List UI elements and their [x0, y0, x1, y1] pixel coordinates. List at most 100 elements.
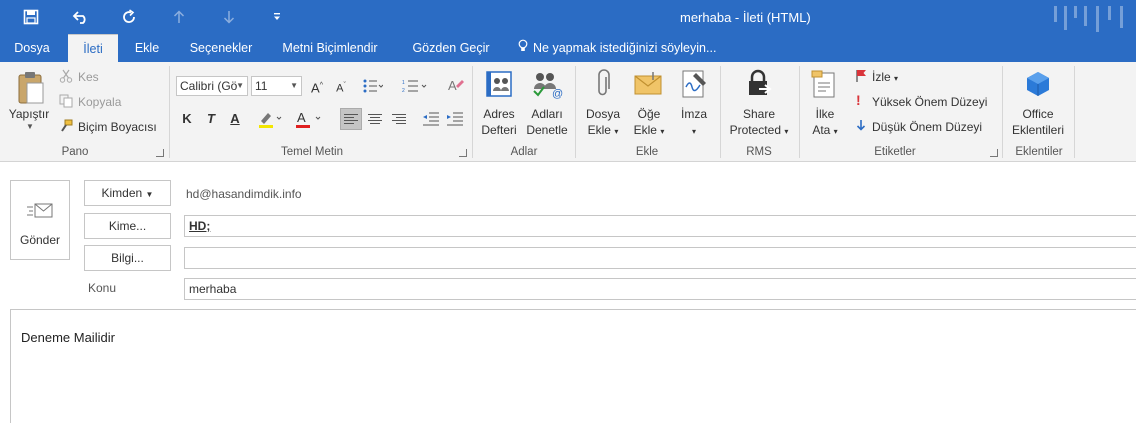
- redo-icon[interactable]: [118, 6, 140, 28]
- share-protected-button[interactable]: Share Protected ▾: [722, 106, 796, 140]
- follow-up-button[interactable]: İzle ▾: [872, 70, 898, 84]
- paste-label[interactable]: Yapıştır: [4, 106, 54, 122]
- tab-gozden-gecir[interactable]: Gözden Geçir: [406, 34, 496, 62]
- subject-field[interactable]: merhaba: [184, 278, 1136, 300]
- group-separator: [1002, 66, 1003, 158]
- increase-indent-icon[interactable]: [444, 108, 466, 130]
- underline-button[interactable]: A: [225, 109, 245, 129]
- attach-item-button[interactable]: Öğe Ekle ▾: [628, 106, 670, 140]
- group-label-pano: Pano: [61, 146, 89, 158]
- decrease-indent-icon[interactable]: [420, 108, 442, 130]
- align-center-icon[interactable]: [364, 108, 386, 130]
- send-button[interactable]: Gönder: [10, 180, 70, 260]
- cut-button[interactable]: Kes: [78, 70, 99, 84]
- flag-icon: [853, 68, 869, 84]
- group-label-adlar: Adlar: [510, 146, 538, 158]
- font-size-combo[interactable]: 11 ▼: [251, 76, 302, 96]
- window-title: merhaba - İleti (HTML): [680, 10, 811, 25]
- paperclip-icon[interactable]: [590, 68, 616, 100]
- send-envelope-icon: [25, 199, 55, 223]
- office-addins-icon[interactable]: [1022, 68, 1054, 100]
- group-label-rms: RMS: [746, 146, 772, 158]
- subject-label: Konu: [88, 281, 117, 295]
- from-button[interactable]: Kimden ▼: [84, 180, 171, 206]
- copy-button[interactable]: Kopyala: [78, 95, 121, 109]
- bullets-icon[interactable]: [362, 76, 384, 96]
- font-color-icon[interactable]: A: [292, 108, 326, 130]
- group-separator: [799, 66, 800, 158]
- message-body[interactable]: Deneme Mailidir: [21, 330, 115, 345]
- up-arrow-icon[interactable]: [168, 6, 190, 28]
- check-names-button[interactable]: Adları Denetle: [524, 106, 570, 138]
- customize-icon[interactable]: [266, 6, 288, 28]
- to-field[interactable]: HD;: [184, 215, 1136, 237]
- send-label: Gönder: [19, 233, 61, 247]
- from-address: hd@hasandimdik.info: [186, 187, 302, 201]
- scissors-icon: [58, 68, 74, 84]
- tab-ekle[interactable]: Ekle: [126, 34, 168, 62]
- group-separator: [575, 66, 576, 158]
- tab-secenekler[interactable]: Seçenekler: [180, 34, 262, 62]
- shrink-font-icon[interactable]: Aˇ: [331, 76, 351, 96]
- format-painter-icon: [58, 118, 74, 134]
- group-label-ekle: Ekle: [635, 146, 659, 158]
- low-importance-button[interactable]: Düşük Önem Düzeyi: [872, 120, 982, 134]
- high-importance-button[interactable]: Yüksek Önem Düzeyi: [872, 95, 987, 109]
- paste-dropdown-icon[interactable]: ▼: [26, 122, 34, 131]
- clear-formatting-icon[interactable]: A: [445, 74, 467, 96]
- office-addins-button[interactable]: Office Eklentileri: [1006, 106, 1070, 138]
- attach-item-icon[interactable]: [632, 68, 664, 100]
- bold-button[interactable]: K: [177, 109, 197, 129]
- cc-button[interactable]: Bilgi...: [84, 245, 171, 271]
- assign-policy-icon[interactable]: [808, 68, 840, 100]
- align-right-icon[interactable]: [388, 108, 410, 130]
- tags-launcher-icon[interactable]: [990, 149, 998, 157]
- lightbulb-icon: [518, 34, 528, 62]
- group-label-eklentiler: Eklentiler: [1015, 146, 1063, 158]
- signature-icon[interactable]: [678, 68, 710, 100]
- address-book-icon[interactable]: [483, 68, 515, 100]
- tell-me-box[interactable]: Ne yapmak istediğinizi söyleyin...: [518, 34, 716, 62]
- attach-file-button[interactable]: Dosya Ekle ▾: [582, 106, 624, 140]
- down-arrow-icon[interactable]: [218, 6, 240, 28]
- paste-icon[interactable]: [14, 70, 48, 108]
- font-launcher-icon[interactable]: [459, 149, 467, 157]
- address-book-button[interactable]: Adres Defteri: [478, 106, 520, 138]
- svg-text:@: @: [552, 88, 563, 99]
- share-protected-icon[interactable]: [743, 68, 775, 100]
- title-bar: merhaba - İleti (HTML): [0, 0, 1136, 34]
- copy-icon: [58, 93, 74, 109]
- font-name-combo[interactable]: Calibri (Gö ▼: [176, 76, 248, 96]
- group-separator: [169, 66, 170, 158]
- format-painter-button[interactable]: Biçim Boyacısı: [78, 120, 157, 134]
- high-importance-icon: !: [856, 92, 861, 108]
- group-label-etiketler: Etiketler: [874, 146, 916, 158]
- tab-dosya[interactable]: Dosya: [6, 34, 58, 62]
- group-separator: [1074, 66, 1075, 158]
- numbering-icon[interactable]: 12: [400, 76, 430, 96]
- group-separator: [720, 66, 721, 158]
- check-names-icon[interactable]: @: [530, 68, 564, 100]
- group-label-temel-metin: Temel Metin: [281, 146, 343, 158]
- italic-button[interactable]: T: [201, 109, 221, 129]
- low-importance-icon: [853, 117, 869, 133]
- body-border: [10, 309, 11, 423]
- undo-icon[interactable]: [70, 6, 92, 28]
- highlight-icon[interactable]: [256, 108, 286, 130]
- cc-field[interactable]: [184, 247, 1136, 269]
- tab-ileti[interactable]: İleti: [68, 34, 118, 62]
- tab-metni-bicimlendir[interactable]: Metni Biçimlendir: [274, 34, 386, 62]
- svg-text:A: A: [297, 110, 306, 125]
- ribbon-tabs: Dosya İleti Ekle Seçenekler Metni Biçiml…: [0, 34, 1136, 62]
- svg-text:A: A: [448, 78, 457, 93]
- recipient-chip[interactable]: HD;: [189, 219, 210, 233]
- save-icon[interactable]: [20, 6, 42, 28]
- grow-font-icon[interactable]: A^: [307, 76, 327, 96]
- pano-launcher-icon[interactable]: [156, 149, 164, 157]
- svg-text:1: 1: [402, 80, 405, 86]
- assign-policy-button[interactable]: İlke Ata ▾: [804, 106, 846, 140]
- tell-me-text: Ne yapmak istediğinizi söyleyin...: [533, 41, 717, 55]
- to-button[interactable]: Kime...: [84, 213, 171, 239]
- align-left-icon[interactable]: [340, 108, 362, 130]
- signature-button[interactable]: İmza ▾: [674, 106, 714, 140]
